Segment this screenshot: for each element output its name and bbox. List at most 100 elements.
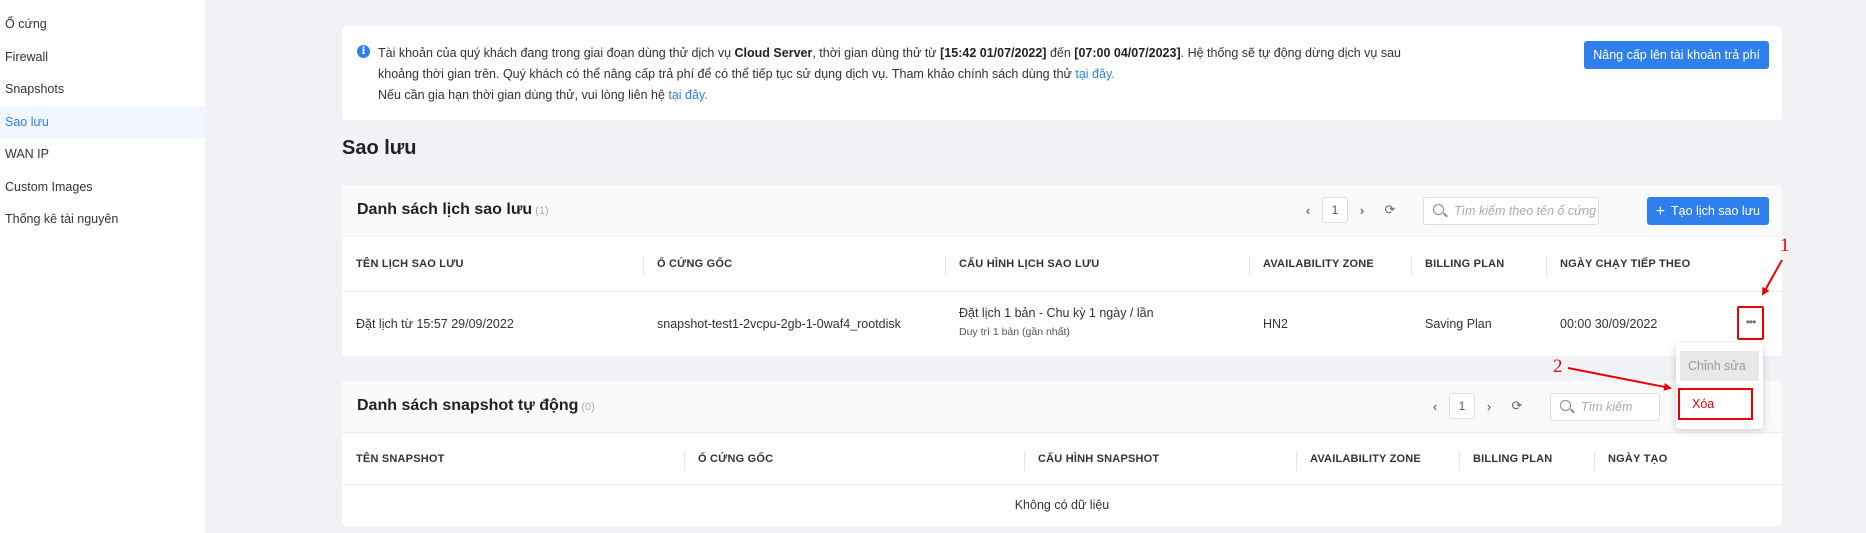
column-header: BILLING PLAN xyxy=(1459,433,1552,485)
column-header-text: NGÀY CHẠY TIẾP THEO xyxy=(1560,258,1691,270)
menu-item-delete[interactable]: Xóa xyxy=(1678,388,1753,420)
column-header-text: Ổ CỨNG GỐC xyxy=(657,258,733,270)
search-box xyxy=(1423,197,1624,225)
schedule-config-sub: Duy trì 1 bản (gần nhất) xyxy=(959,326,1070,338)
sidebar-item-snapshots[interactable]: Snapshots xyxy=(0,73,205,106)
search-input[interactable] xyxy=(1581,394,1651,420)
card-title-text: Danh sách lịch sao lưu xyxy=(357,201,533,218)
card-header: Danh sách snapshot tự động (0) ‹ 1 › ⟳ xyxy=(342,381,1782,433)
column-divider xyxy=(1459,451,1460,471)
table-header: TÊN LỊCH SAO LƯU Ổ CỨNG GỐC CẤU HÌNH LỊC… xyxy=(342,237,1782,292)
page-title: Sao lưu xyxy=(342,137,417,159)
column-header: Ổ CỨNG GỐC xyxy=(684,433,773,485)
annotation-number-1: 1 xyxy=(1780,235,1790,256)
column-divider xyxy=(1411,255,1412,275)
column-header-text: AVAILABILITY ZONE xyxy=(1310,453,1421,465)
sidebar-item-resource-stats[interactable]: Thống kê tài nguyên xyxy=(0,203,205,236)
column-header: BILLING PLAN xyxy=(1411,237,1504,292)
sidebar-item-wan-ip[interactable]: WAN IP xyxy=(0,138,205,171)
card-count: (0) xyxy=(581,401,595,413)
chevron-right-icon[interactable]: › xyxy=(1475,399,1503,414)
card-title: Danh sách snapshot tự động (0) xyxy=(357,397,595,415)
sidebar: Ổ cứng Firewall Snapshots Sao lưu WAN IP… xyxy=(0,0,205,533)
column-header: AVAILABILITY ZONE xyxy=(1249,237,1374,292)
column-header-text: Ổ CỨNG GỐC xyxy=(698,453,774,465)
search-icon xyxy=(1560,400,1571,411)
column-divider xyxy=(945,255,946,275)
actions-dropdown: Chỉnh sửa Xóa xyxy=(1676,343,1763,429)
upgrade-account-button[interactable]: Nâng cấp lên tài khoản trả phí xyxy=(1584,41,1769,69)
column-header: TÊN SNAPSHOT xyxy=(356,453,445,465)
column-header-text: BILLING PLAN xyxy=(1473,453,1553,465)
auto-snapshots-card: Danh sách snapshot tự động(0) ‹ 1 › ⟳ TÊ… xyxy=(342,381,1782,526)
more-actions-button[interactable]: ••• xyxy=(1737,306,1764,340)
notice-segment: Tài khoản của quý khách đang trong giai … xyxy=(378,46,735,60)
column-header: Ổ CỨNG GỐC xyxy=(643,237,732,292)
column-header: NGÀY CHẠY TIẾP THEO xyxy=(1546,237,1690,292)
column-divider xyxy=(684,451,685,471)
schedule-name: Đặt lịch từ 15:57 29/09/2022 xyxy=(356,317,514,331)
column-header: CẤU HÌNH SNAPSHOT xyxy=(1024,433,1159,485)
chevron-left-icon[interactable]: ‹ xyxy=(1421,399,1449,414)
column-divider xyxy=(643,255,644,275)
create-schedule-label: Tạo lịch sao lưu xyxy=(1671,204,1760,218)
refresh-icon[interactable]: ⟳ xyxy=(1503,398,1531,414)
backup-schedules-card: Danh sách lịch sao lưu(1) ‹ 1 › ⟳ + Tạo l… xyxy=(342,185,1782,356)
pagination: ‹ 1 › ⟳ xyxy=(1294,197,1404,223)
notice-trial-end: [07:00 04/07/2023] xyxy=(1074,46,1181,60)
notice-segment: , thời gian dùng thử từ xyxy=(812,46,941,60)
refresh-icon[interactable]: ⟳ xyxy=(1376,202,1404,218)
contact-link[interactable]: tại đây. xyxy=(668,88,707,102)
empty-state: Không có dữ liệu xyxy=(1014,498,1110,512)
sidebar-item-disk[interactable]: Ổ cứng xyxy=(0,8,205,41)
card-title: Danh sách lịch sao lưu (1) xyxy=(357,201,549,219)
column-divider xyxy=(1024,451,1025,471)
table-row: Đặt lịch từ 15:57 29/09/2022 snapshot-te… xyxy=(342,292,1782,356)
sidebar-item-backup[interactable]: Sao lưu xyxy=(0,105,205,138)
info-icon: i xyxy=(357,45,370,58)
chevron-left-icon[interactable]: ‹ xyxy=(1294,203,1322,218)
column-divider xyxy=(1546,255,1547,275)
sidebar-item-firewall[interactable]: Firewall xyxy=(0,41,205,74)
column-divider xyxy=(1296,451,1297,471)
availability-zone: HN2 xyxy=(1263,317,1289,331)
column-header: NGÀY TẠO xyxy=(1594,433,1667,485)
column-header: CẤU HÌNH LỊCH SAO LƯU xyxy=(945,237,1099,292)
table-header: TÊN SNAPSHOT Ổ CỨNG GỐC CẤU HÌNH SNAPSHO… xyxy=(342,433,1782,485)
card-title-text: Danh sách snapshot tự động xyxy=(357,397,579,414)
notice-text: Tài khoản của quý khách đang trong giai … xyxy=(378,43,1438,106)
notice-segment: Nếu cần gia hạn thời gian dùng thử, vui … xyxy=(378,88,669,102)
search-input[interactable] xyxy=(1454,198,1624,224)
next-run-date: 00:00 30/09/2022 xyxy=(1560,317,1658,331)
menu-item-edit[interactable]: Chỉnh sửa xyxy=(1680,351,1759,381)
column-header: TÊN LỊCH SAO LƯU xyxy=(356,258,464,270)
annotation-number-2: 2 xyxy=(1553,356,1563,377)
notice-trial-start: [15:42 01/07/2022] xyxy=(940,46,1047,60)
notice-segment: đến xyxy=(1046,46,1075,60)
notice-service-name: Cloud Server xyxy=(734,46,813,60)
column-header-text: AVAILABILITY ZONE xyxy=(1263,258,1374,270)
sidebar-item-custom-images[interactable]: Custom Images xyxy=(0,171,205,204)
create-schedule-button[interactable]: + Tạo lịch sao lưu xyxy=(1646,197,1769,225)
column-divider xyxy=(1249,255,1250,275)
column-header-text: CẤU HÌNH LỊCH SAO LƯU xyxy=(959,258,1100,270)
page-number[interactable]: 1 xyxy=(1322,197,1348,223)
column-divider xyxy=(1594,451,1595,471)
trial-notice: i Tài khoản của quý khách đang trong gia… xyxy=(342,26,1782,120)
chevron-right-icon[interactable]: › xyxy=(1348,203,1376,218)
column-header-text: CẤU HÌNH SNAPSHOT xyxy=(1038,453,1160,465)
billing-plan: Saving Plan xyxy=(1425,317,1492,331)
schedule-config: Đặt lịch 1 bản - Chu kỳ 1 ngày / lần Duy… xyxy=(945,306,1154,338)
card-header: Danh sách lịch sao lưu(1) ‹ 1 › ⟳ + Tạo l… xyxy=(342,185,1782,237)
card-count: (1) xyxy=(535,205,549,217)
pagination: ‹ 1 › ⟳ xyxy=(1421,393,1531,419)
column-header: AVAILABILITY ZONE xyxy=(1296,433,1421,485)
search-icon xyxy=(1433,204,1444,215)
plus-icon: + xyxy=(1655,203,1666,220)
page-number[interactable]: 1 xyxy=(1449,393,1475,419)
source-disk: snapshot-test1-2vcpu-2gb-1-0waf4_rootdis… xyxy=(657,317,901,331)
column-header-text: BILLING PLAN xyxy=(1425,258,1505,270)
trial-policy-link[interactable]: tại đây. xyxy=(1075,67,1114,81)
column-header-text: NGÀY TẠO xyxy=(1608,453,1668,465)
schedule-config-main: Đặt lịch 1 bản - Chu kỳ 1 ngày / lần xyxy=(959,306,1154,320)
